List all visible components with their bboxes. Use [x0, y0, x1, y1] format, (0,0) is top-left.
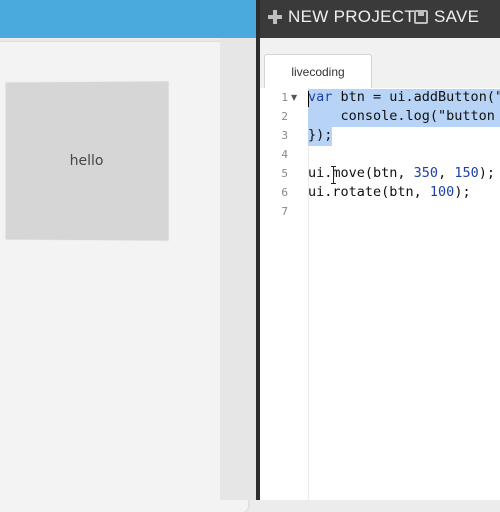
code-keyword: var	[308, 89, 333, 105]
code-line: ui.rotate(btn, 100);	[308, 183, 471, 202]
code-text: console.log("button	[308, 108, 500, 124]
code-line: ui.move(btn, 350, 150);	[308, 164, 495, 183]
code-text: });	[308, 127, 333, 143]
new-project-button[interactable]: NEW PROJECT	[268, 0, 415, 34]
ibeam-cursor-icon	[331, 166, 336, 184]
plus-icon	[268, 10, 282, 24]
line-number: 2	[281, 110, 288, 123]
tab-livecoding[interactable]: livecoding	[264, 54, 372, 89]
line-number: 4	[281, 148, 288, 161]
line-number: 7	[281, 205, 288, 218]
hello-button[interactable]: hello	[5, 81, 169, 241]
new-project-label: NEW PROJECT	[288, 7, 416, 26]
line-number: 6	[281, 186, 288, 199]
code-text: btn = ui.addButton("	[332, 89, 500, 105]
line-number: 3	[281, 129, 288, 142]
code-line: console.log("button	[308, 107, 500, 126]
code-text: ui.move(btn,	[308, 165, 414, 181]
save-button[interactable]: SAVE	[414, 0, 479, 34]
code-line: });	[308, 126, 332, 145]
code-line: var btn = ui.addButton("	[308, 88, 500, 107]
code-text: );	[454, 184, 471, 200]
line-number: 5	[281, 167, 288, 180]
fold-arrow-icon[interactable]: ▼	[291, 93, 297, 102]
code-number: 100	[429, 184, 455, 200]
save-label: SAVE	[434, 7, 480, 26]
code-text: ui.rotate(btn,	[308, 184, 430, 200]
code-text: );	[478, 165, 495, 181]
code-number: 150	[454, 165, 479, 181]
save-disk-icon	[414, 10, 428, 24]
text-caret	[308, 91, 309, 107]
line-number: 1	[281, 91, 288, 104]
preview-side-strip	[220, 38, 256, 500]
code-number: 350	[413, 165, 439, 181]
preview-header-bar	[0, 0, 256, 38]
code-text: ,	[438, 165, 455, 181]
